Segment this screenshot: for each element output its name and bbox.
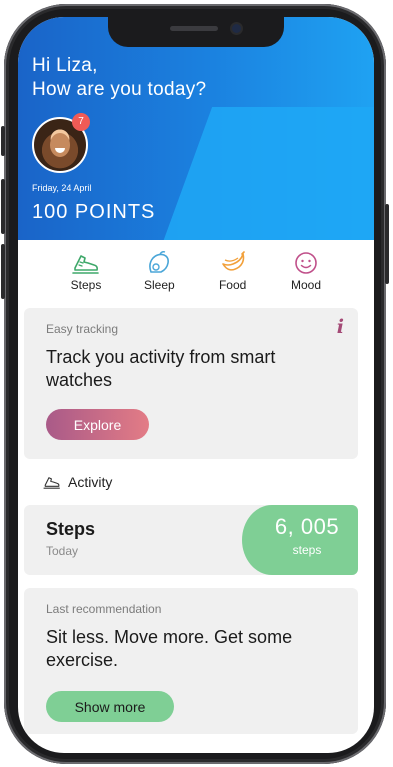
category-tabs: Steps Sleep Food Mood [58, 246, 334, 302]
speaker [170, 26, 218, 31]
header: Hi Liza, How are you today? 7 Friday, 24… [18, 17, 374, 240]
recommendation-card: Last recommendation Sit less. Move more.… [24, 588, 358, 734]
info-icon[interactable]: i [337, 316, 344, 338]
tracking-kicker: Easy tracking [46, 322, 119, 336]
category-label: Mood [290, 278, 321, 292]
notch [108, 17, 284, 47]
banana-icon [221, 251, 245, 271]
explore-button[interactable]: Explore [46, 409, 149, 440]
steps-title: Steps [46, 519, 96, 539]
category-label: Sleep [143, 278, 175, 292]
baby-icon [149, 251, 170, 273]
side-button [1, 244, 5, 299]
tracking-card: Easy tracking i Track you activity from … [24, 308, 358, 459]
greeting: Hi Liza, How are you today? [32, 54, 206, 102]
recommendation-kicker: Last recommendation [46, 602, 162, 616]
category-steps[interactable]: Steps [58, 246, 114, 302]
notification-badge: 7 [72, 113, 90, 131]
tracking-title: Track you activity from smart watches [46, 347, 276, 390]
phone-frame: Hi Liza, How are you today? 7 Friday, 24… [1, 4, 389, 764]
steps-value: 6, 005 [274, 514, 340, 539]
recommendation-title: Sit less. Move more. Get some exercise. [46, 627, 293, 670]
category-label: Food [218, 278, 247, 292]
avatar[interactable]: 7 [32, 113, 90, 173]
side-button [1, 179, 5, 234]
smiley-icon [295, 252, 317, 274]
category-food[interactable]: Food [205, 246, 261, 302]
date-label: Friday, 24 April [32, 183, 92, 193]
points-total: 100 POINTS [32, 201, 156, 223]
activity-heading: Activity [42, 474, 112, 490]
avatar-face [50, 133, 70, 157]
category-label: Steps [70, 278, 102, 292]
greeting-line-1: Hi Liza, [32, 55, 98, 76]
camera [232, 24, 241, 33]
side-button [385, 204, 389, 284]
side-button [1, 126, 5, 156]
screen: Hi Liza, How are you today? 7 Friday, 24… [18, 17, 374, 753]
steps-subtitle: Today [46, 544, 79, 558]
shoe-icon [72, 255, 99, 274]
activity-heading-label: Activity [68, 474, 113, 490]
greeting-line-2: How are you today? [32, 79, 207, 100]
shoe-icon [43, 477, 60, 489]
category-sleep[interactable]: Sleep [131, 246, 187, 302]
category-mood[interactable]: Mood [278, 246, 334, 302]
steps-count-bubble: 6, 005 steps [242, 505, 358, 575]
steps-card[interactable]: Steps Today 6, 005 steps [24, 505, 358, 575]
steps-unit: steps [292, 543, 322, 557]
show-more-button[interactable]: Show more [46, 691, 174, 722]
header-decoration [153, 107, 374, 240]
